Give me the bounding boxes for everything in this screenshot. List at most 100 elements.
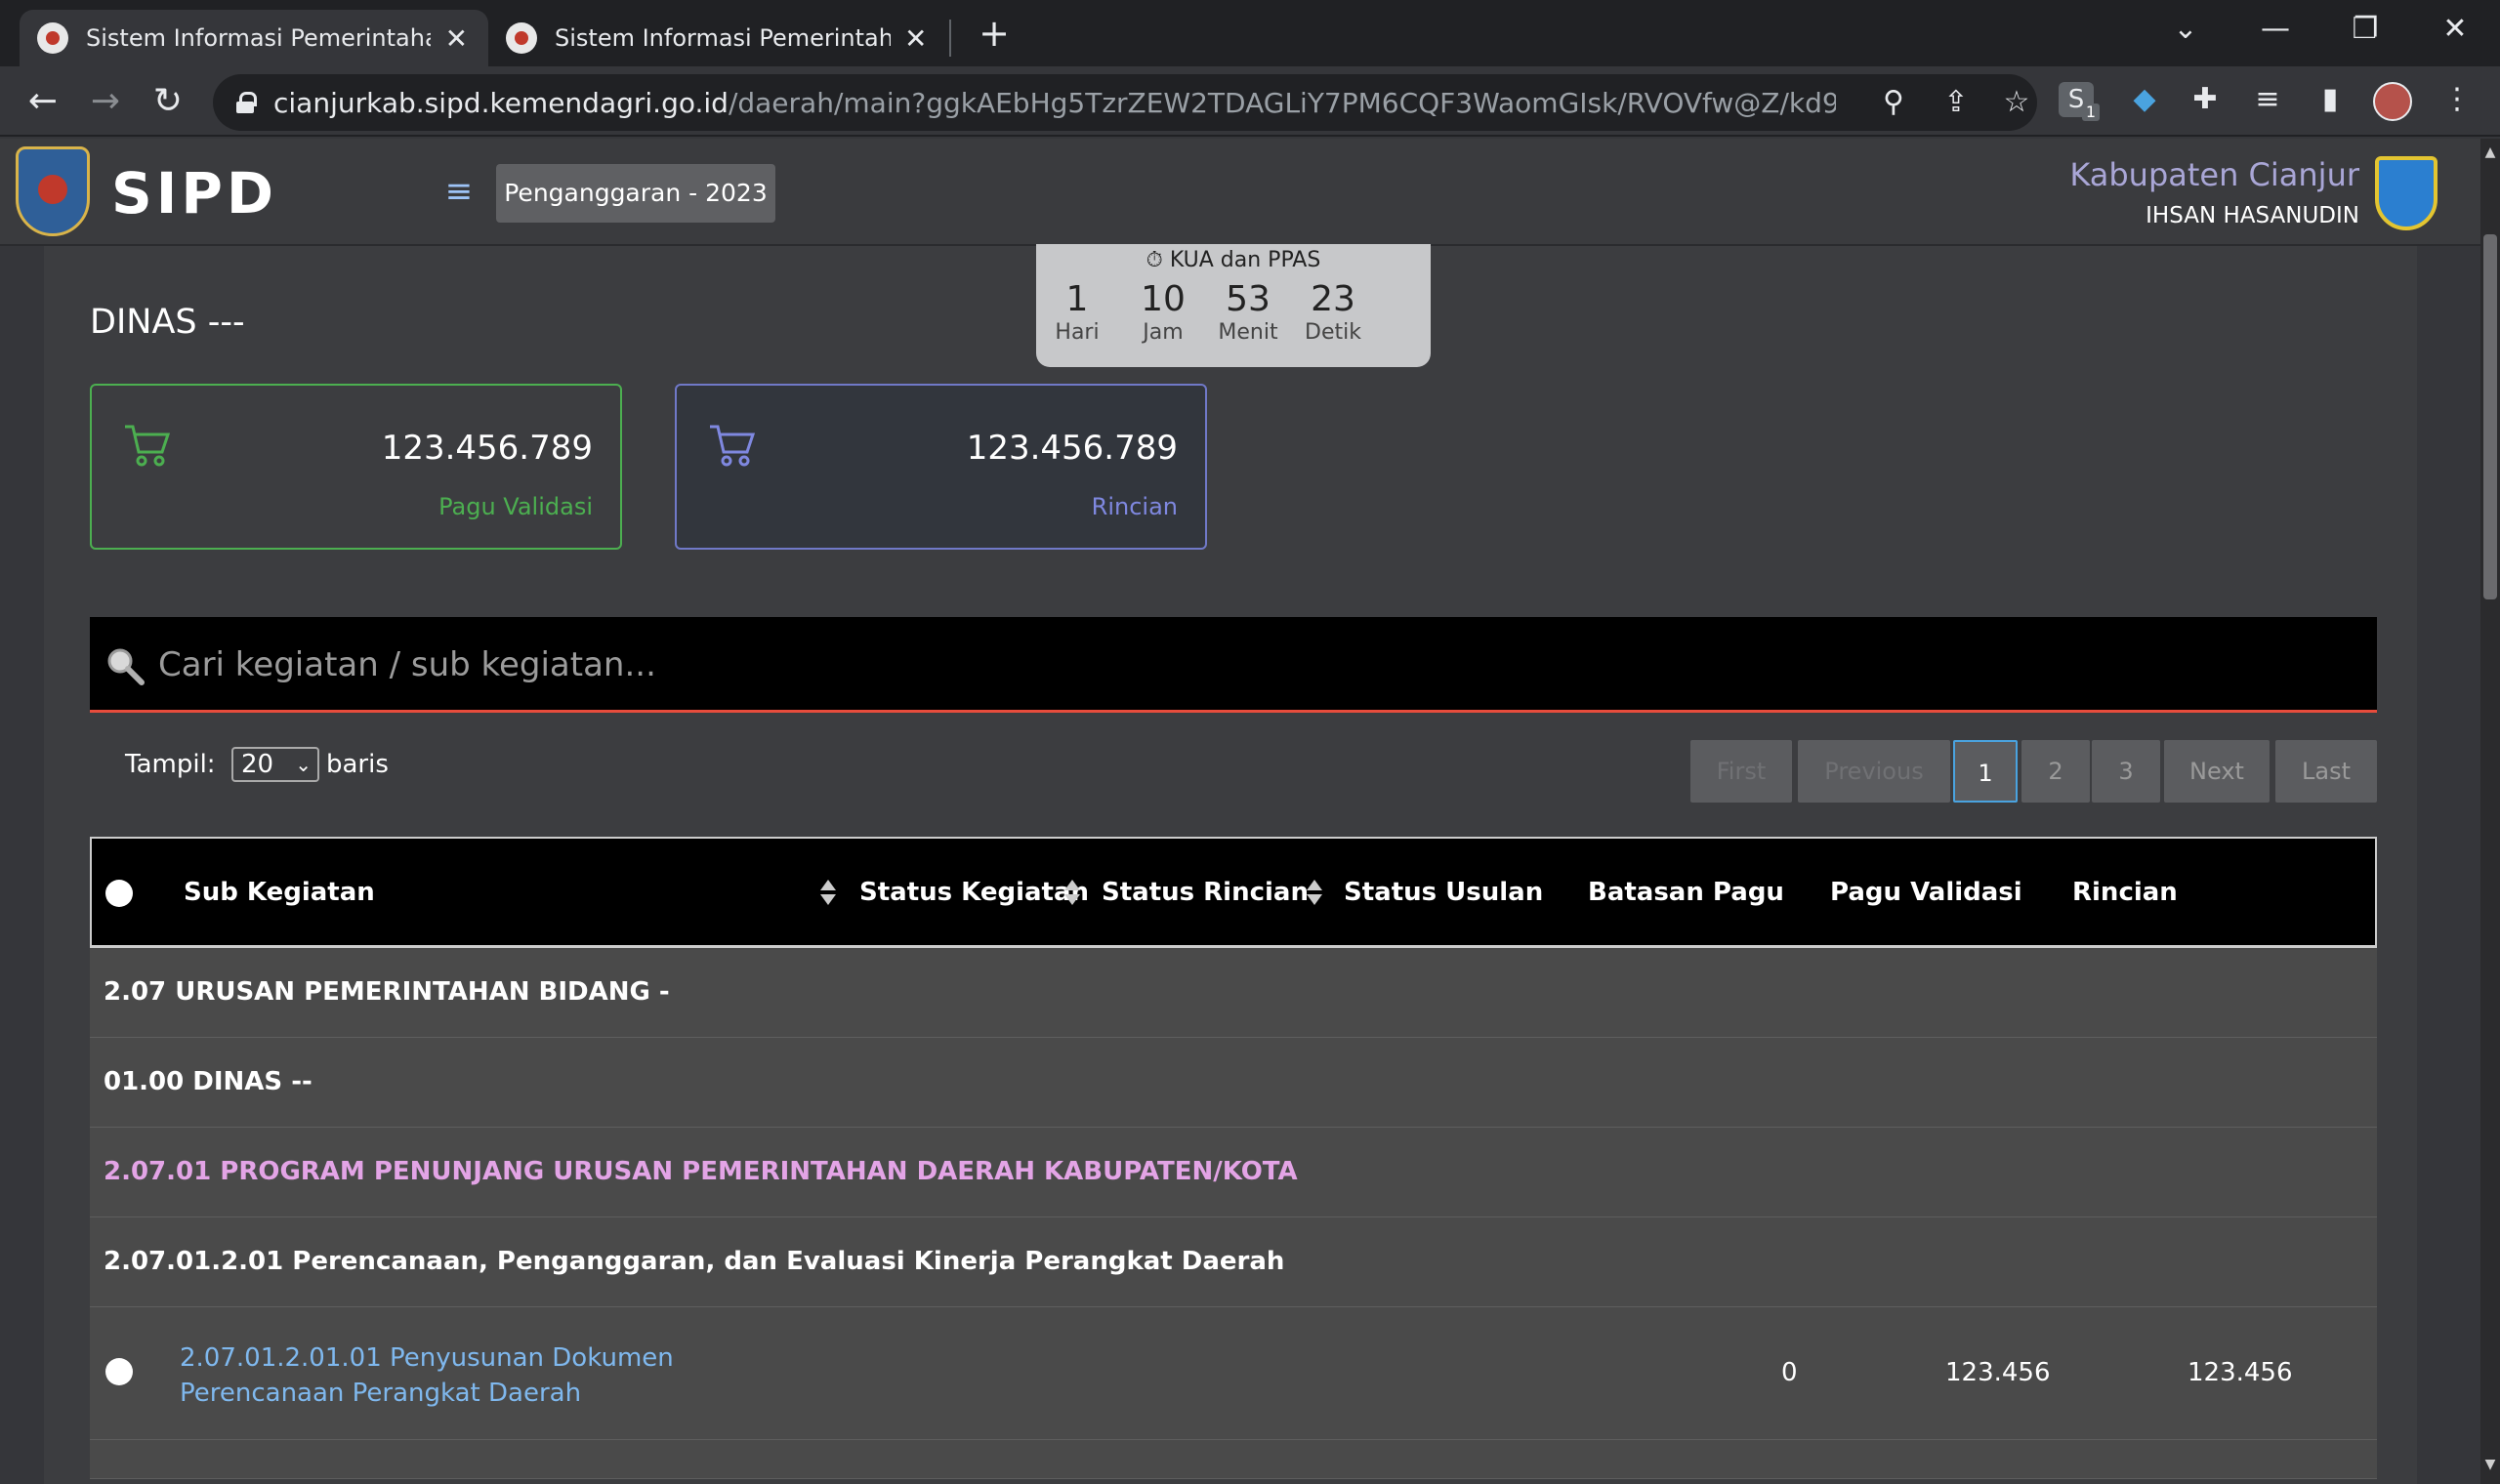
rincian-card[interactable]: 123.456.789 Rincian bbox=[675, 384, 1207, 550]
urusan-group-row: 2.07 URUSAN PEMERINTAHAN BIDANG - bbox=[90, 948, 2377, 1038]
browser-menu-icon[interactable]: ⋮ bbox=[2436, 78, 2479, 121]
table-row-partial bbox=[90, 1440, 2377, 1479]
extension-badge: 1 bbox=[2081, 103, 2100, 121]
countdown-minutes: 53 Menit bbox=[1207, 279, 1289, 345]
row-select-radio[interactable] bbox=[105, 1358, 133, 1385]
sub-kegiatan-table: Sub Kegiatan Status Kegiatan Status Rinc… bbox=[90, 837, 2377, 1479]
address-bar[interactable]: cianjurkab.sipd.kemendagri.go.id/daerah/… bbox=[213, 74, 2037, 131]
sort-icon[interactable] bbox=[820, 880, 836, 907]
header-pagu-validasi[interactable]: Pagu Validasi bbox=[1830, 878, 2022, 907]
header-batasan-pagu[interactable]: Batasan Pagu bbox=[1588, 878, 1784, 907]
countdown-title: ⏱ KUA dan PPAS bbox=[1146, 248, 1321, 272]
rows-per-page-value: 20 bbox=[241, 750, 274, 779]
program-group-row: 2.07.01 PROGRAM PENUNJANG URUSAN PEMERIN… bbox=[90, 1128, 2377, 1217]
rincian-value: 123.456.789 bbox=[966, 429, 1178, 468]
extensions-puzzle-icon[interactable]: ✚ bbox=[2184, 78, 2227, 121]
chevron-down-icon: ⌄ bbox=[295, 753, 312, 776]
header-status-kegiatan[interactable]: Status Kegiatan bbox=[859, 878, 1089, 907]
sort-icon[interactable] bbox=[1307, 880, 1322, 907]
close-tab-icon[interactable]: ✕ bbox=[902, 22, 930, 55]
cart-icon bbox=[710, 425, 756, 467]
search-bar bbox=[90, 617, 2377, 713]
kegiatan-group-row: 2.07.01.2.01 Perencanaan, Penganggaran, … bbox=[90, 1217, 2377, 1307]
new-tab-button[interactable]: + bbox=[973, 12, 1016, 55]
countdown-widget: ⏱ KUA dan PPAS 1 Hari 10 Jam 53 Menit 23… bbox=[1036, 244, 1431, 367]
scroll-up-arrow-icon[interactable]: ▲ bbox=[2480, 143, 2500, 162]
header-status-rincian[interactable]: Status Rincian bbox=[1102, 878, 1309, 907]
days-value: 1 bbox=[1065, 279, 1089, 319]
tab-search-icon[interactable]: ⌄ bbox=[2156, 8, 2215, 51]
pager-previous-button[interactable]: Previous bbox=[1798, 740, 1950, 803]
rows-per-page-select[interactable]: 20 ⌄ bbox=[231, 747, 319, 782]
seconds-value: 23 bbox=[1311, 279, 1355, 319]
minimize-button[interactable]: — bbox=[2246, 8, 2305, 51]
urusan-label: 2.07 URUSAN PEMERINTAHAN BIDANG - bbox=[104, 977, 670, 1007]
url-text[interactable]: cianjurkab.sipd.kemendagri.go.id/daerah/… bbox=[273, 87, 1836, 119]
pagu-validasi-cell: 123.456 bbox=[1945, 1358, 2051, 1387]
app-header: SIPD ≡ Penganggaran - 2023 Kabupaten Cia… bbox=[0, 139, 2480, 246]
tab-divider bbox=[949, 20, 951, 57]
extension-s-icon[interactable]: S 1 bbox=[2059, 82, 2100, 121]
restore-button[interactable]: ❐ bbox=[2336, 8, 2395, 51]
pager-next-button[interactable]: Next bbox=[2164, 740, 2270, 803]
hamburger-menu-icon[interactable]: ≡ bbox=[441, 174, 477, 209]
profile-avatar[interactable] bbox=[2373, 82, 2412, 121]
select-all-radio[interactable] bbox=[105, 880, 133, 907]
search-input[interactable] bbox=[158, 637, 2307, 693]
countdown-title-text: KUA dan PPAS bbox=[1169, 248, 1321, 272]
user-name[interactable]: IHSAN HASANUDIN bbox=[2146, 203, 2359, 228]
pager-first-button[interactable]: First bbox=[1690, 740, 1792, 803]
sipd-favicon-icon bbox=[506, 22, 537, 54]
header-rincian[interactable]: Rincian bbox=[2072, 878, 2178, 907]
region-name: Kabupaten Cianjur bbox=[2069, 156, 2359, 193]
pagu-validasi-card[interactable]: 123.456.789 Pagu Validasi bbox=[90, 384, 622, 550]
back-button[interactable]: ← bbox=[20, 78, 66, 125]
table-header: Sub Kegiatan Status Kegiatan Status Rinc… bbox=[90, 837, 2377, 948]
countdown-days: 1 Hari bbox=[1036, 279, 1118, 345]
brand-title[interactable]: SIPD bbox=[111, 160, 277, 227]
share-icon[interactable]: ⇪ bbox=[1936, 82, 1977, 123]
pagu-validasi-label: Pagu Validasi bbox=[438, 493, 593, 520]
unit-group-row: 01.00 DINAS -- bbox=[90, 1038, 2377, 1128]
kegiatan-label: 2.07.01.2.01 Perencanaan, Penganggaran, … bbox=[104, 1247, 1285, 1276]
tab-title: Sistem Informasi Pemerintahan Daerah bbox=[86, 24, 431, 52]
side-panel-icon[interactable]: ▮ bbox=[2309, 78, 2352, 121]
lock-icon[interactable] bbox=[236, 92, 257, 113]
sub-kegiatan-link[interactable]: 2.07.01.2.01.01 Penyusunan Dokumen Peren… bbox=[180, 1340, 824, 1411]
browser-tab-1[interactable]: Sistem Informasi Pemerintahan Daerah ✕ bbox=[20, 10, 488, 66]
sipd-favicon-icon bbox=[37, 22, 68, 54]
close-tab-icon[interactable]: ✕ bbox=[442, 22, 471, 55]
pager-last-button[interactable]: Last bbox=[2275, 740, 2377, 803]
browser-tab-2[interactable]: Sistem Informasi Pemerintahan Daerah ✕ bbox=[488, 10, 947, 66]
url-host: cianjurkab.sipd.kemendagri.go.id bbox=[273, 86, 729, 119]
media-control-icon[interactable]: ≡ bbox=[2246, 78, 2289, 121]
gem-extension-icon[interactable]: ◆ bbox=[2123, 78, 2166, 121]
days-label: Hari bbox=[1055, 320, 1100, 345]
scroll-down-arrow-icon[interactable]: ▼ bbox=[2480, 1455, 2500, 1474]
rows-label: baris bbox=[326, 750, 389, 779]
pager-page-1[interactable]: 1 bbox=[1953, 740, 2018, 803]
pager-page-2[interactable]: 2 bbox=[2021, 740, 2090, 803]
pagu-validasi-value: 123.456.789 bbox=[381, 429, 593, 468]
close-window-button[interactable]: ✕ bbox=[2426, 8, 2484, 51]
period-button[interactable]: Penganggaran - 2023 bbox=[496, 164, 775, 223]
pager-page-3[interactable]: 3 bbox=[2092, 740, 2160, 803]
kemendagri-logo[interactable] bbox=[16, 146, 90, 236]
sort-icon[interactable] bbox=[1064, 880, 1080, 907]
rincian-label: Rincian bbox=[1091, 493, 1178, 520]
url-path: /daerah/main?ggkAEbHg5TzrZEW2TDAGLiY7PM6… bbox=[728, 86, 1836, 119]
scrollbar-thumb[interactable] bbox=[2483, 234, 2497, 599]
countdown-hours: 10 Jam bbox=[1122, 279, 1204, 345]
header-status-usulan[interactable]: Status Usulan bbox=[1344, 878, 1543, 907]
minutes-value: 53 bbox=[1226, 279, 1271, 319]
forward-button[interactable]: → bbox=[82, 78, 129, 125]
bookmark-star-icon[interactable]: ☆ bbox=[1996, 82, 2037, 123]
browser-tab-bar: Sistem Informasi Pemerintahan Daerah ✕ S… bbox=[0, 0, 2500, 66]
hours-value: 10 bbox=[1141, 279, 1186, 319]
header-sub-kegiatan[interactable]: Sub Kegiatan bbox=[184, 878, 375, 907]
table-row[interactable]: 2.07.01.2.01.01 Penyusunan Dokumen Peren… bbox=[90, 1307, 2377, 1440]
cart-icon bbox=[125, 425, 171, 467]
search-icon bbox=[107, 648, 145, 685]
zoom-icon[interactable]: ⚲ bbox=[1873, 82, 1914, 123]
reload-button[interactable]: ↻ bbox=[145, 78, 191, 125]
